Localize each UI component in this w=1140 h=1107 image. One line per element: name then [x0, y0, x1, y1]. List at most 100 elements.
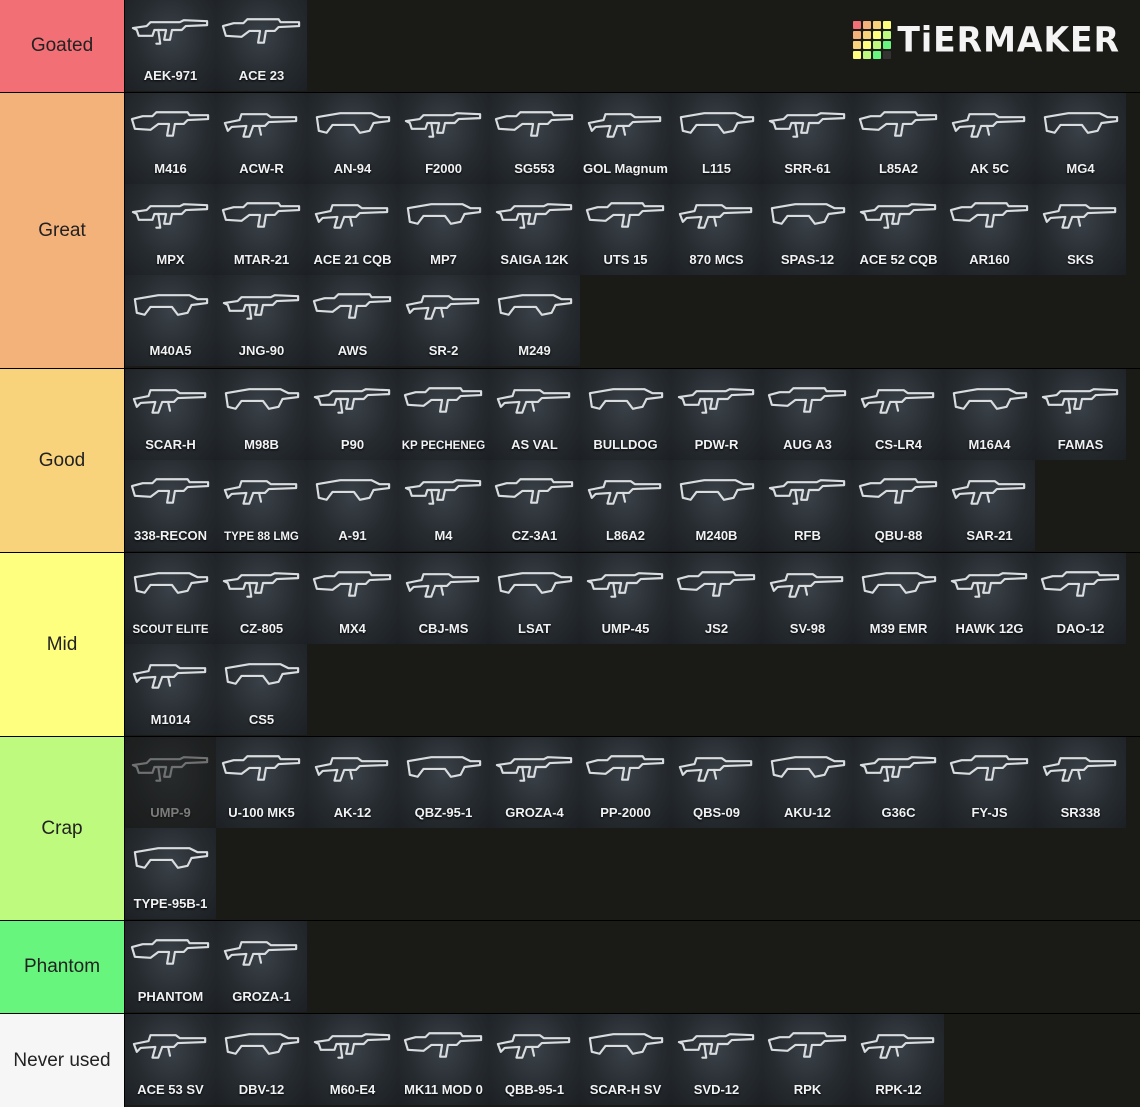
weapon-card[interactable]: RFB — [762, 460, 853, 551]
weapon-card[interactable]: QBS-09 — [671, 737, 762, 828]
weapon-card[interactable]: AWS — [307, 275, 398, 366]
weapon-card[interactable]: 870 MCS — [671, 184, 762, 275]
weapon-card[interactable]: M249 — [489, 275, 580, 366]
weapon-card[interactable]: ACW-R — [216, 93, 307, 184]
weapon-card[interactable]: SAIGA 12K — [489, 184, 580, 275]
weapon-card[interactable]: M416 — [125, 93, 216, 184]
weapon-card[interactable]: CZ-3A1 — [489, 460, 580, 551]
weapon-card[interactable]: KP PECHENEG — [398, 369, 489, 460]
weapon-card[interactable]: TYPE-95B-1 — [125, 828, 216, 919]
weapon-card[interactable]: SVD-12 — [671, 1014, 762, 1105]
weapon-card[interactable]: SPAS-12 — [762, 184, 853, 275]
tier-row: Never used ACE 53 SV DBV-12 M60-E4 MK11 MOD … — [0, 1014, 1140, 1107]
weapon-card[interactable]: JNG-90 — [216, 275, 307, 366]
weapon-card[interactable]: AKU-12 — [762, 737, 853, 828]
weapon-card[interactable]: QBU-88 — [853, 460, 944, 551]
weapon-card[interactable]: AK 5C — [944, 93, 1035, 184]
weapon-card[interactable]: M60-E4 — [307, 1014, 398, 1105]
weapon-card[interactable]: SCAR-H — [125, 369, 216, 460]
weapon-card[interactable]: MG4 — [1035, 93, 1126, 184]
weapon-card[interactable]: UMP-45 — [580, 553, 671, 644]
weapon-card[interactable]: DAO-12 — [1035, 553, 1126, 644]
tiermaker-logo[interactable]: TiERMAKER — [853, 19, 1120, 60]
weapon-card[interactable]: HAWK 12G — [944, 553, 1035, 644]
tier-label[interactable]: Good — [0, 369, 124, 552]
weapon-card[interactable]: PP-2000 — [580, 737, 671, 828]
weapon-card[interactable]: SR338 — [1035, 737, 1126, 828]
weapon-card[interactable]: P90 — [307, 369, 398, 460]
weapon-card[interactable]: SCOUT ELITE — [125, 553, 216, 644]
weapon-card[interactable]: SV-98 — [762, 553, 853, 644]
weapon-card[interactable]: AK-12 — [307, 737, 398, 828]
weapon-card[interactable]: L85A2 — [853, 93, 944, 184]
weapon-card[interactable]: RPK — [762, 1014, 853, 1105]
weapon-card[interactable]: RPK-12 — [853, 1014, 944, 1105]
weapon-card[interactable]: M40A5 — [125, 275, 216, 366]
weapon-card[interactable]: MK11 MOD 0 — [398, 1014, 489, 1105]
weapon-card[interactable]: PDW-R — [671, 369, 762, 460]
weapon-card[interactable]: ACE 53 SV — [125, 1014, 216, 1105]
weapon-card[interactable]: U-100 MK5 — [216, 737, 307, 828]
weapon-card[interactable]: UTS 15 — [580, 184, 671, 275]
tier-label[interactable]: Mid — [0, 553, 124, 736]
weapon-card[interactable]: M1014 — [125, 644, 216, 735]
weapon-card[interactable]: TYPE 88 LMG — [216, 460, 307, 551]
weapon-card[interactable]: M4 — [398, 460, 489, 551]
weapon-card[interactable]: ACE 52 CQB — [853, 184, 944, 275]
weapon-card[interactable]: SR-2 — [398, 275, 489, 366]
weapon-card[interactable]: M240B — [671, 460, 762, 551]
weapon-card[interactable]: AN-94 — [307, 93, 398, 184]
weapon-card[interactable]: L86A2 — [580, 460, 671, 551]
weapon-card[interactable]: M39 EMR — [853, 553, 944, 644]
tier-label[interactable]: Phantom — [0, 921, 124, 1013]
weapon-card[interactable]: AS VAL — [489, 369, 580, 460]
weapon-card[interactable]: F2000 — [398, 93, 489, 184]
weapon-card[interactable]: QBB-95-1 — [489, 1014, 580, 1105]
weapon-card[interactable]: FY-JS — [944, 737, 1035, 828]
weapon-card[interactable]: QBZ-95-1 — [398, 737, 489, 828]
weapon-card[interactable]: BULLDOG — [580, 369, 671, 460]
weapon-card[interactable]: GOL Magnum — [580, 93, 671, 184]
weapon-card[interactable]: AUG A3 — [762, 369, 853, 460]
weapon-card[interactable]: A-91 — [307, 460, 398, 551]
weapon-card[interactable]: FAMAS — [1035, 369, 1126, 460]
weapon-card[interactable]: MX4 — [307, 553, 398, 644]
weapon-card[interactable]: PHANTOM — [125, 921, 216, 1012]
weapon-card[interactable]: GROZA-4 — [489, 737, 580, 828]
weapon-card[interactable]: SKS — [1035, 184, 1126, 275]
weapon-card[interactable]: CS5 — [216, 644, 307, 735]
weapon-card[interactable]: SCAR-H SV — [580, 1014, 671, 1105]
weapon-card[interactable]: G36C — [853, 737, 944, 828]
tier-label[interactable]: Crap — [0, 737, 124, 920]
weapon-name: QBU-88 — [874, 528, 923, 543]
weapon-card[interactable]: UMP-9 — [125, 737, 216, 828]
weapon-card[interactable]: M16A4 — [944, 369, 1035, 460]
weapon-card[interactable]: SG553 — [489, 93, 580, 184]
weapon-card[interactable]: ACE 23 — [216, 0, 307, 91]
weapon-card[interactable]: GROZA-1 — [216, 921, 307, 1012]
weapon-card[interactable]: LSAT — [489, 553, 580, 644]
weapon-card[interactable]: AR160 — [944, 184, 1035, 275]
weapon-card[interactable]: 338-RECON — [125, 460, 216, 551]
weapon-card[interactable]: JS2 — [671, 553, 762, 644]
tier-row: Mid SCOUT ELITE CZ-805 MX4 CBJ-MS LSAT UMP-45 J… — [0, 553, 1140, 736]
weapon-card[interactable]: CS-LR4 — [853, 369, 944, 460]
weapon-card[interactable]: SRR-61 — [762, 93, 853, 184]
weapon-card[interactable]: MPX — [125, 184, 216, 275]
weapon-card[interactable]: MP7 — [398, 184, 489, 275]
weapon-card[interactable]: MTAR-21 — [216, 184, 307, 275]
weapon-name: UMP-9 — [150, 805, 191, 820]
tier-label[interactable]: Goated — [0, 0, 124, 92]
weapon-card[interactable]: ACE 21 CQB — [307, 184, 398, 275]
weapon-card[interactable]: L115 — [671, 93, 762, 184]
weapon-name: L86A2 — [605, 528, 646, 543]
weapon-card[interactable]: CZ-805 — [216, 553, 307, 644]
weapon-card[interactable]: CBJ-MS — [398, 553, 489, 644]
weapon-card[interactable]: DBV-12 — [216, 1014, 307, 1105]
weapon-name: SAIGA 12K — [500, 252, 569, 267]
weapon-card[interactable]: AEK-971 — [125, 0, 216, 91]
weapon-card[interactable]: SAR-21 — [944, 460, 1035, 551]
weapon-card[interactable]: M98B — [216, 369, 307, 460]
tier-label[interactable]: Never used — [0, 1014, 124, 1107]
tier-label[interactable]: Great — [0, 93, 124, 368]
